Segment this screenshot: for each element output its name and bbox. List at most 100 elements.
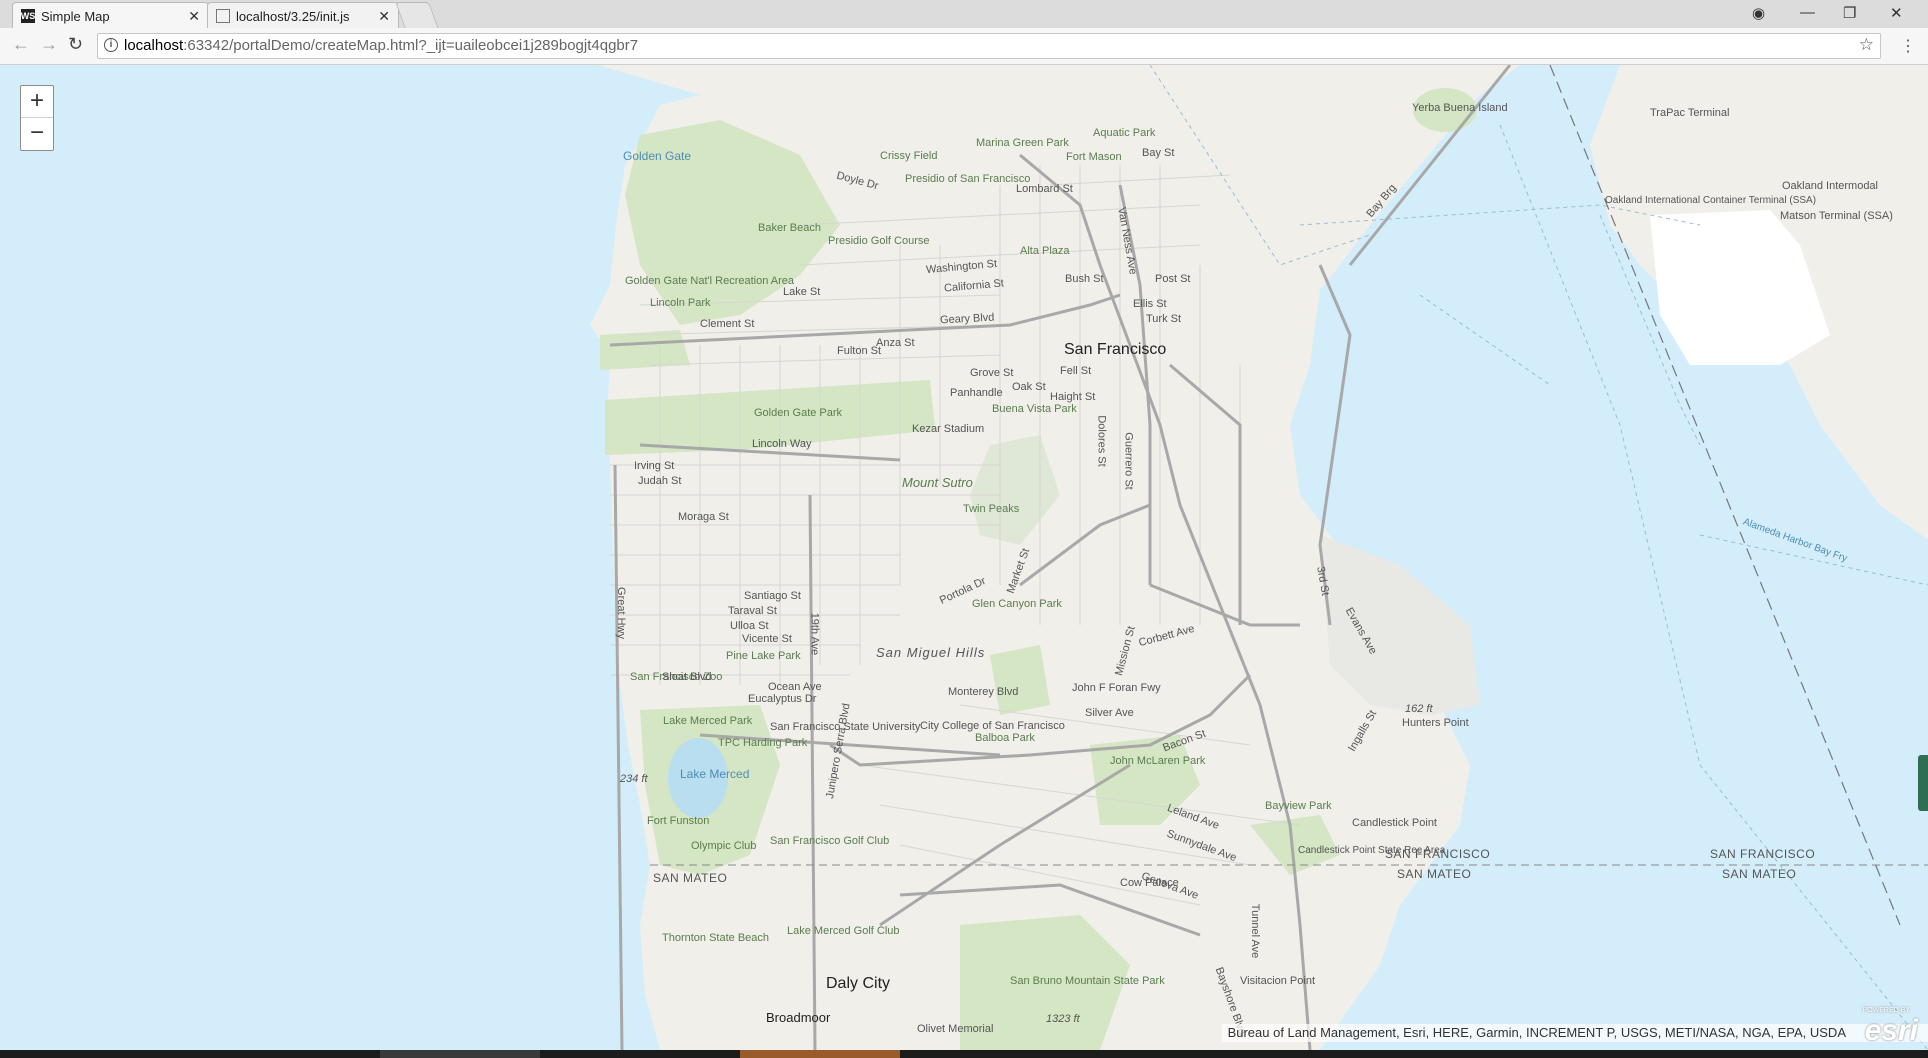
map-label: Fell St (1060, 365, 1092, 377)
address-bar[interactable]: i localhost:63342/portalDemo/createMap.h… (97, 33, 1881, 59)
map-label: Moraga St (678, 511, 729, 523)
map-label: Bush St (1065, 273, 1104, 285)
map-label: San Francisco Golf Club (770, 835, 890, 847)
taskbar-item[interactable] (380, 1050, 540, 1058)
reload-icon[interactable]: ↻ (68, 34, 83, 55)
map-label: Visitacion Point (1240, 975, 1316, 987)
account-icon[interactable]: ◉ (1752, 4, 1765, 22)
map-label: Crissy Field (880, 150, 938, 162)
map-label: Clement St (700, 318, 755, 330)
map-view[interactable]: + − San Francisco Daly City Broadmoor SA… (0, 65, 1928, 1050)
basemap[interactable] (0, 65, 1928, 1050)
url-path: :63342/portalDemo/createMap.html?_ijt=ua… (183, 37, 639, 54)
attribution-text: Bureau of Land Management, Esri, HERE, G… (1227, 1025, 1846, 1040)
map-label: Twin Peaks (963, 503, 1020, 515)
map-label: Matson Terminal (SSA) (1780, 210, 1893, 222)
map-label: John McLaren Park (1110, 755, 1206, 767)
map-label: Alta Plaza (1020, 245, 1070, 257)
map-label: SAN MATEO (653, 871, 728, 885)
map-label: John F Foran Fwy (1072, 682, 1161, 694)
map-label: Turk St (1146, 313, 1182, 325)
esri-logo[interactable]: esri (1865, 1014, 1918, 1048)
map-label: San Miguel Hills (876, 645, 986, 660)
map-label: 1323 ft (1046, 1013, 1080, 1025)
map-label: Olivet Memorial (917, 1023, 994, 1035)
taskbar (0, 1050, 1928, 1058)
map-label: Bay St (1142, 147, 1175, 159)
map-label: Guerrero St (1122, 432, 1135, 490)
map-label: Pine Lake Park (726, 650, 801, 662)
map-label: Broadmoor (766, 1010, 831, 1025)
menu-icon[interactable]: ⋮ (1900, 36, 1916, 56)
bookmark-star-icon[interactable]: ☆ (1859, 33, 1874, 57)
map-label: 234 ft (620, 773, 648, 785)
map-label: Oakland Intermodal (1782, 180, 1878, 192)
map-label: Silver Ave (1085, 707, 1134, 719)
tab-simple-map[interactable]: WS Simple Map ✕ (12, 2, 209, 29)
map-label: Taraval St (728, 605, 777, 617)
map-label: Glen Canyon Park (972, 598, 1062, 610)
map-label: Olympic Club (691, 840, 757, 852)
map-side-handle[interactable] (1918, 755, 1928, 811)
map-label: SAN MATEO (1722, 867, 1797, 881)
map-label: Lake St (783, 286, 821, 298)
restore-icon[interactable]: ❐ (1843, 4, 1856, 22)
close-icon[interactable]: ✕ (188, 8, 200, 25)
map-label: Presidio of San Francisco (905, 173, 1031, 185)
taskbar-item[interactable] (740, 1050, 900, 1058)
map-label: Candlestick Point (1352, 817, 1437, 829)
zoom-in-button[interactable]: + (21, 86, 53, 118)
map-label: Panhandle (950, 387, 1003, 399)
map-label: Lake Merced (680, 767, 750, 781)
minimize-icon[interactable]: — (1800, 4, 1815, 21)
tab-title: localhost/3.25/init.js (236, 8, 350, 24)
map-label: Lincoln Way (752, 438, 812, 450)
map-label: Lombard St (1016, 183, 1073, 195)
map-label: Eucalyptus Dr (748, 693, 817, 705)
map-label: Anza St (876, 337, 915, 349)
close-icon[interactable]: ✕ (378, 8, 390, 25)
map-label: Kezar Stadium (912, 423, 985, 435)
map-label: Tunnel Ave (1249, 903, 1262, 959)
map-label: Balboa Park (975, 732, 1035, 744)
map-label: Post St (1155, 273, 1191, 285)
map-label: Sloat Blvd (662, 671, 712, 683)
esri-powered-by: POWERED BY (1862, 1007, 1910, 1014)
map-label: Mount Sutro (902, 475, 973, 490)
info-icon[interactable]: i (104, 38, 118, 52)
tab-strip: WS Simple Map ✕ localhost/3.25/init.js ✕… (0, 0, 1928, 29)
map-label: TraPac Terminal (1650, 107, 1730, 119)
map-label: Lake Merced Park (663, 715, 753, 727)
new-tab-button[interactable] (395, 2, 439, 29)
map-label: Yerba Buena Island (1412, 102, 1508, 114)
map-label: Ulloa St (730, 620, 769, 632)
map-label: SAN FRANCISCO (1710, 847, 1816, 861)
tab-init-js[interactable]: localhost/3.25/init.js ✕ (207, 2, 399, 29)
url-text[interactable]: localhost:63342/portalDemo/createMap.htm… (124, 34, 638, 58)
map-label: Buena Vista Park (992, 403, 1077, 415)
zoom-control: + − (20, 85, 54, 151)
url-host: localhost (124, 37, 184, 54)
map-label: Marina Green Park (976, 137, 1069, 149)
map-label: Lincoln Park (650, 297, 711, 309)
map-label: Golden Gate Park (754, 407, 843, 419)
park-glen-canyon (990, 645, 1050, 715)
forward-icon[interactable]: → (40, 34, 58, 55)
map-label: Presidio Golf Course (828, 235, 930, 247)
back-icon[interactable]: ← (12, 34, 30, 55)
map-label: Haight St (1050, 391, 1096, 403)
map-label: Ellis St (1133, 298, 1167, 310)
map-label: Golden Gate Nat'l Recreation Area (625, 275, 795, 287)
map-label: Golden Gate (623, 149, 692, 163)
map-label: Fort Funston (647, 815, 710, 827)
zoom-out-button[interactable]: − (21, 118, 53, 150)
webstorm-icon: WS (20, 9, 36, 23)
map-label: SAN MATEO (1397, 867, 1472, 881)
map-label: Judah St (638, 475, 682, 487)
map-label: Thornton State Beach (662, 932, 770, 944)
map-label: Monterey Blvd (948, 686, 1019, 698)
window-close-icon[interactable]: ✕ (1890, 4, 1903, 22)
browser-toolbar: ← → ↻ i localhost:63342/portalDemo/creat… (0, 28, 1928, 65)
map-label: San Bruno Mountain State Park (1010, 975, 1165, 987)
map-label: Santiago St (744, 590, 801, 602)
